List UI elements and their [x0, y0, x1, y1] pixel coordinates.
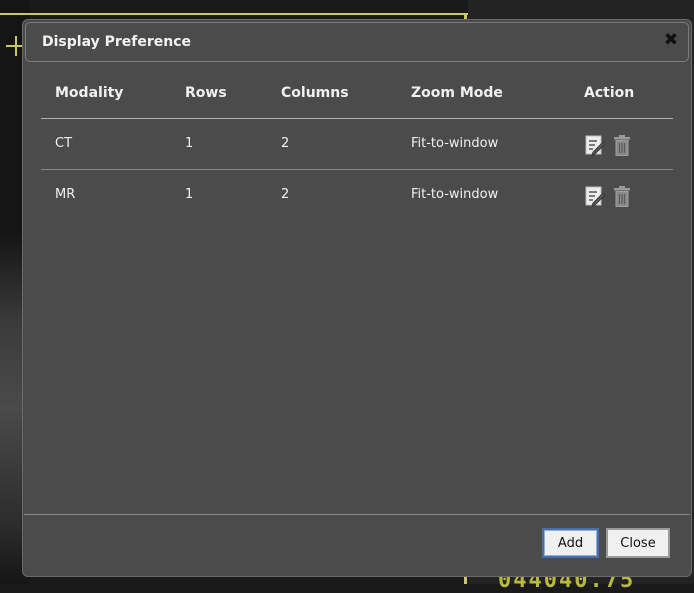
cell-rows: 1	[185, 187, 194, 202]
row-actions	[584, 133, 633, 159]
delete-icon[interactable]	[611, 133, 633, 157]
table-row: MR 1 2 Fit-to-window	[41, 170, 673, 220]
cell-modality: CT	[55, 136, 73, 151]
dialog-title: Display Preference	[42, 34, 191, 50]
dialog-titlebar: Display Preference ✖	[25, 22, 689, 62]
cell-modality: MR	[55, 187, 76, 202]
header-columns: Columns	[281, 85, 349, 101]
cell-zoom-mode: Fit-to-window	[411, 187, 499, 202]
cell-zoom-mode: Fit-to-window	[411, 136, 499, 151]
table-header: Modality Rows Columns Zoom Mode Action	[41, 68, 673, 119]
footer-divider	[24, 514, 690, 515]
add-button[interactable]: Add	[542, 528, 599, 558]
delete-icon[interactable]	[611, 184, 633, 208]
viewport-border-top	[0, 13, 468, 15]
header-zoom-mode: Zoom Mode	[411, 85, 503, 101]
edit-icon[interactable]	[584, 133, 606, 157]
header-modality: Modality	[55, 85, 124, 101]
edit-icon[interactable]	[584, 184, 606, 208]
cell-columns: 2	[281, 136, 290, 151]
table-row: CT 1 2 Fit-to-window	[41, 119, 673, 170]
close-icon[interactable]: ✖	[662, 31, 680, 49]
close-button[interactable]: Close	[606, 528, 670, 558]
cell-rows: 1	[185, 136, 194, 151]
header-rows: Rows	[185, 85, 227, 101]
cell-columns: 2	[281, 187, 290, 202]
header-action: Action	[584, 85, 635, 101]
preferences-table: Modality Rows Columns Zoom Mode Action C…	[41, 68, 673, 220]
display-preference-dialog: Display Preference ✖ Modality Rows Colum…	[22, 19, 692, 577]
row-actions	[584, 184, 633, 210]
